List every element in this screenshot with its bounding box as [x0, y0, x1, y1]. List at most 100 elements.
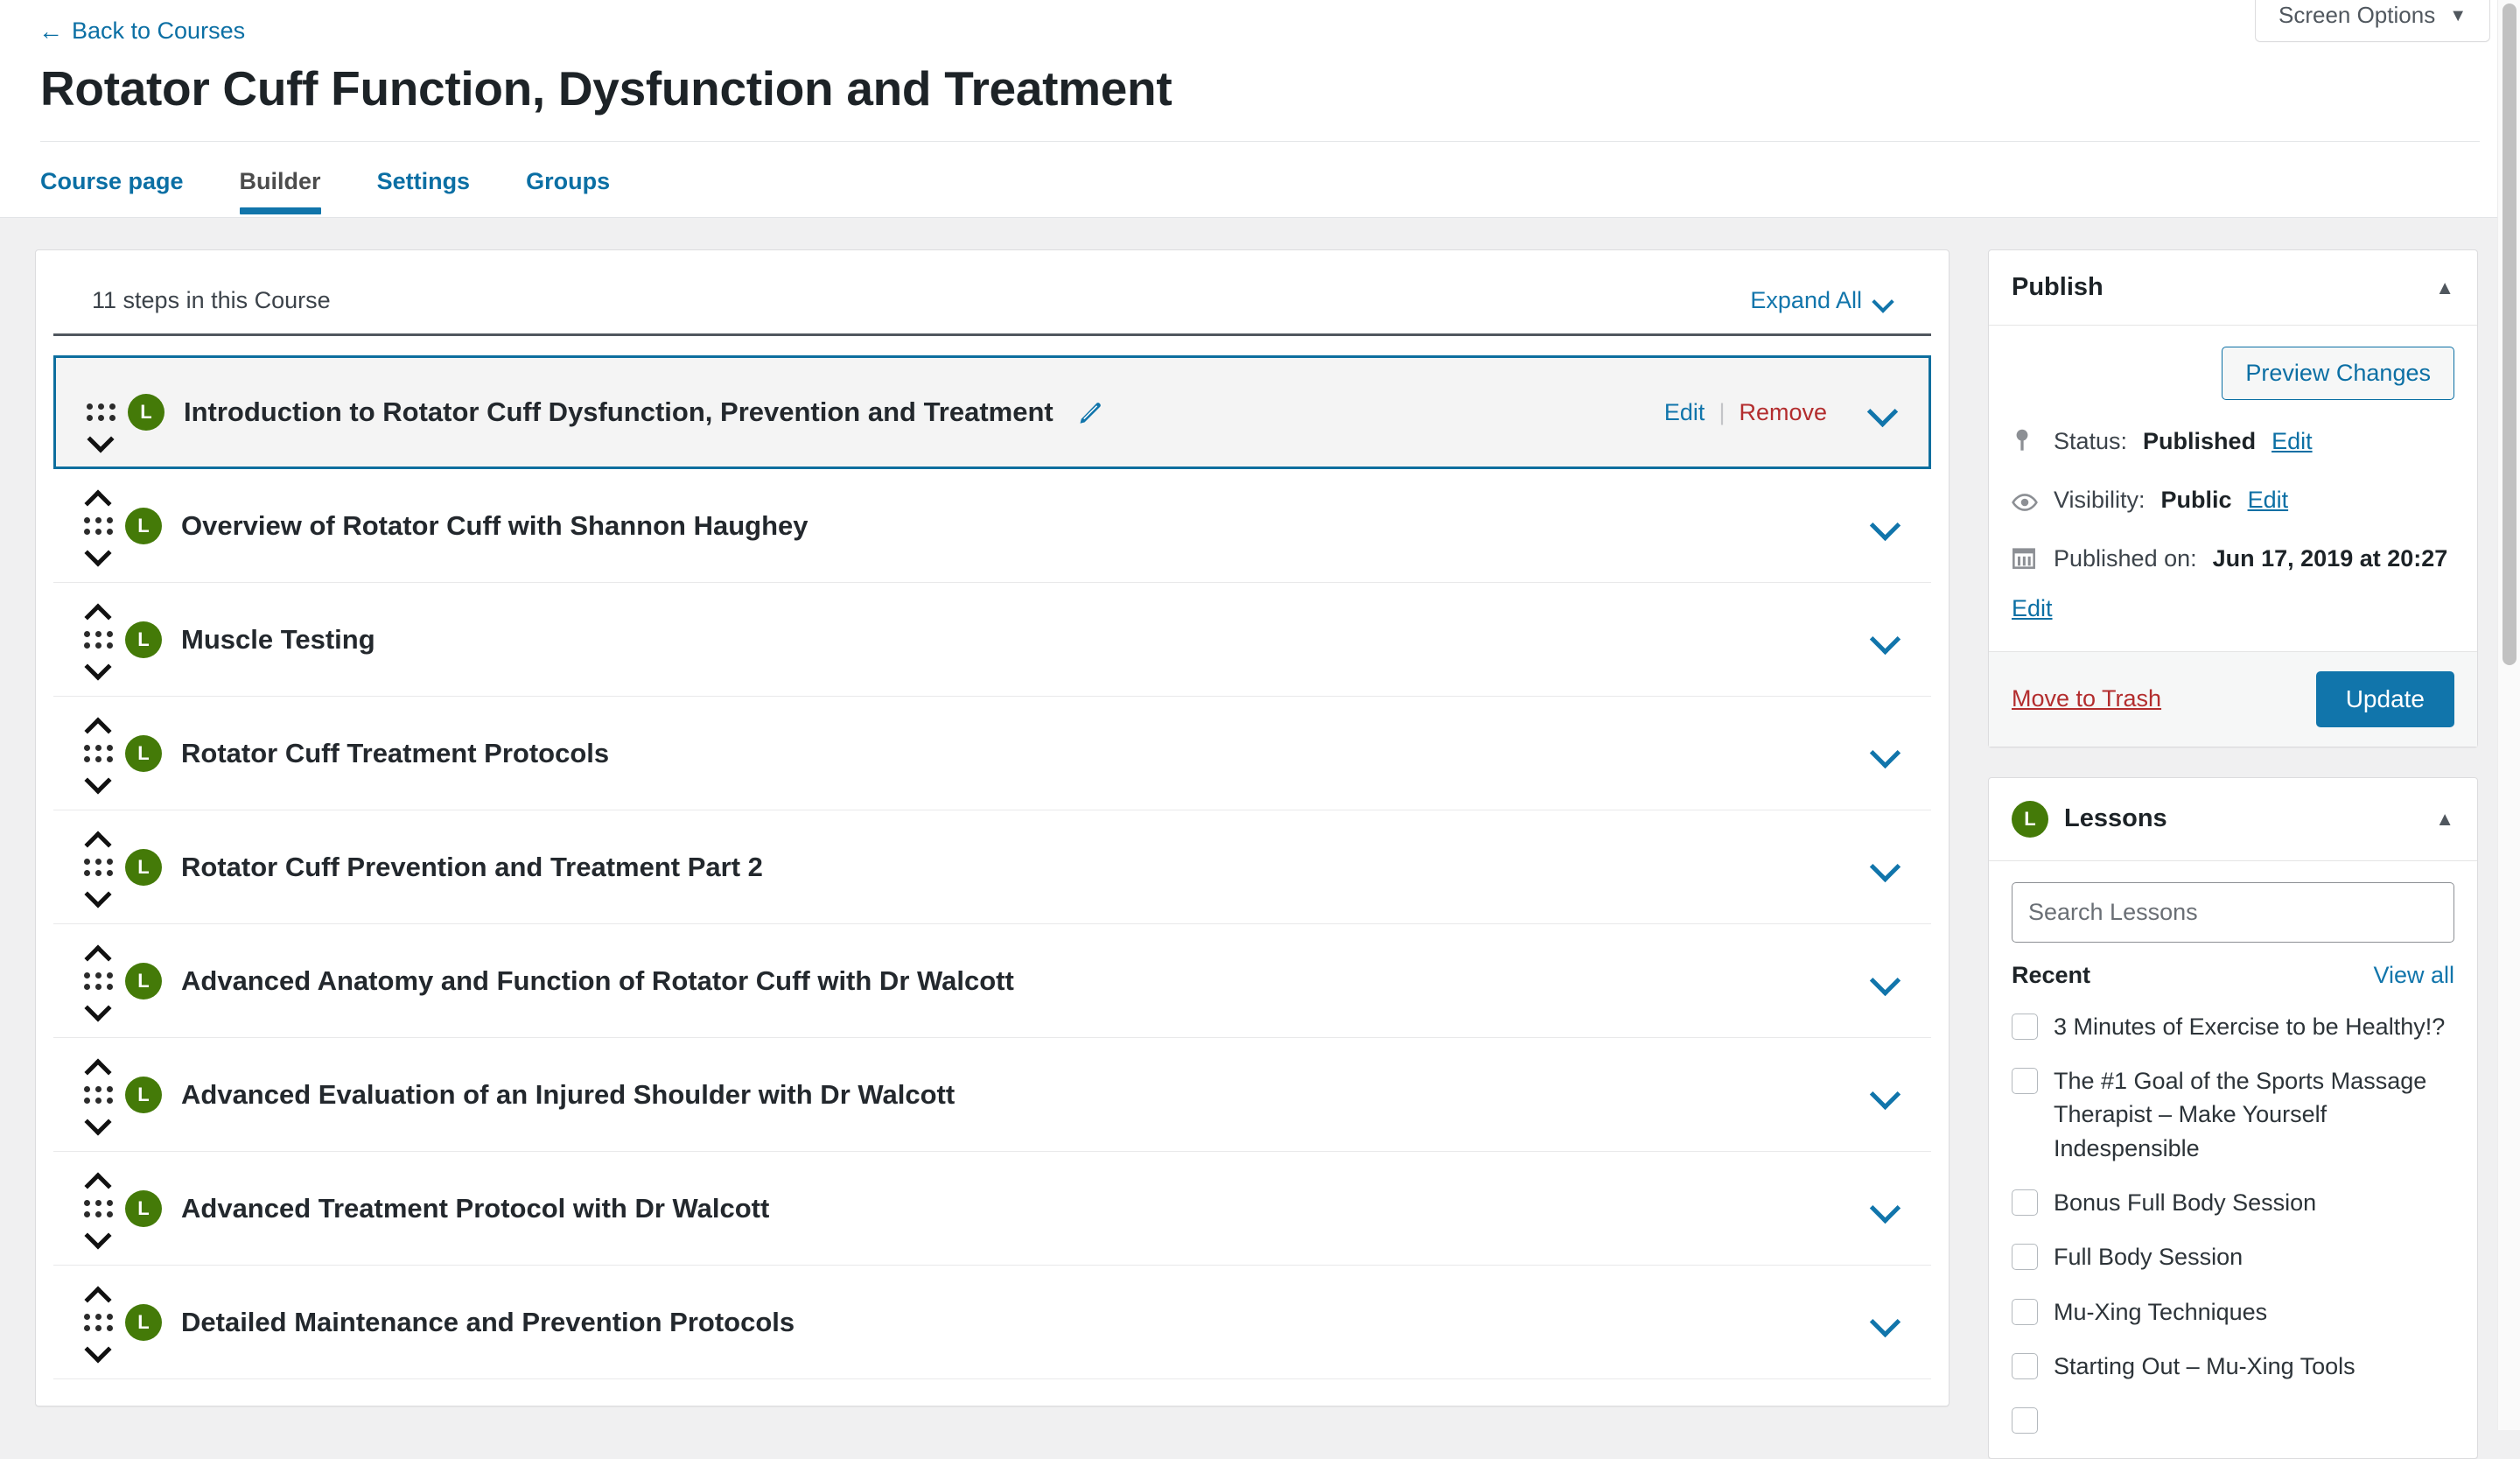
drag-handle-icon[interactable] — [83, 971, 113, 990]
course-steps-list: L Introduction to Rotator Cuff Dysfunctio… — [36, 355, 1949, 1406]
step-row[interactable]: L Rotator Cuff Prevention and Treatment P… — [53, 810, 1931, 924]
move-down-icon[interactable] — [83, 887, 113, 904]
move-up-icon[interactable] — [83, 1286, 113, 1303]
pencil-icon[interactable] — [1078, 399, 1104, 425]
step-expand-icon[interactable] — [1859, 697, 1910, 810]
step-row[interactable]: L Introduction to Rotator Cuff Dysfunctio… — [53, 355, 1931, 469]
lesson-checkbox[interactable] — [2012, 1298, 2038, 1325]
drag-handle-icon[interactable] — [83, 744, 113, 762]
expand-all-label: Expand All — [1750, 287, 1862, 313]
step-expand-icon[interactable] — [1859, 469, 1910, 582]
drag-handle-icon[interactable] — [86, 403, 116, 421]
step-remove-link[interactable]: Remove — [1739, 399, 1827, 426]
lesson-list-item[interactable] — [2012, 1404, 2454, 1434]
scrollbar-thumb[interactable] — [2502, 4, 2516, 665]
drag-handle-icon[interactable] — [83, 1313, 113, 1331]
move-up-icon[interactable] — [83, 1172, 113, 1189]
page-body: 11 steps in this Course Expand All L Intr… — [0, 218, 2520, 1459]
move-down-icon[interactable] — [83, 659, 113, 677]
move-to-trash-link[interactable]: Move to Trash — [2012, 685, 2161, 712]
back-to-courses-label: Back to Courses — [72, 18, 246, 44]
move-down-icon[interactable] — [83, 1342, 113, 1359]
lesson-list-item[interactable]: Mu-Xing Techniques — [2012, 1295, 2454, 1329]
step-expand-icon[interactable] — [1859, 1152, 1910, 1265]
lesson-checkbox[interactable] — [2012, 1067, 2038, 1094]
move-down-icon[interactable] — [83, 1114, 113, 1132]
back-to-courses-link[interactable]: ← Back to Courses — [0, 0, 245, 45]
visibility-row: Visibility: Public Edit — [2012, 483, 2454, 517]
step-main: L Advanced Treatment Protocol with Dr Wal… — [125, 1152, 1835, 1265]
step-row[interactable]: L Advanced Evaluation of an Injured Shoul… — [53, 1038, 1931, 1152]
move-down-icon[interactable] — [86, 431, 116, 449]
step-reorder-controls — [71, 1038, 125, 1151]
step-expand-icon[interactable] — [1859, 1038, 1910, 1151]
move-down-icon[interactable] — [83, 545, 113, 563]
step-row[interactable]: L Advanced Treatment Protocol with Dr Wal… — [53, 1152, 1931, 1266]
step-row[interactable]: L Advanced Anatomy and Function of Rotato… — [53, 924, 1931, 1038]
visibility-value: Public — [2160, 487, 2232, 514]
step-row[interactable]: L Overview of Rotator Cuff with Shannon H… — [53, 469, 1931, 583]
move-up-icon[interactable] — [83, 603, 113, 621]
lesson-list-item[interactable]: The #1 Goal of the Sports Massage Therap… — [2012, 1064, 2454, 1165]
builder-header: 11 steps in this Course Expand All — [53, 250, 1931, 336]
status-edit-link[interactable]: Edit — [2272, 424, 2313, 459]
move-up-icon[interactable] — [83, 831, 113, 848]
tab-groups[interactable]: Groups — [526, 159, 638, 214]
move-up-icon[interactable] — [83, 717, 113, 734]
lesson-list-item[interactable]: 3 Minutes of Exercise to be Healthy!? — [2012, 1010, 2454, 1043]
search-lessons-input[interactable] — [2012, 881, 2454, 943]
step-row[interactable]: L Rotator Cuff Treatment Protocols — [53, 697, 1931, 810]
chevron-down-icon — [1872, 854, 1898, 880]
drag-handle-icon[interactable] — [83, 1085, 113, 1104]
move-down-icon[interactable] — [83, 1000, 113, 1018]
step-expand-icon[interactable] — [1859, 1266, 1910, 1378]
eye-icon — [2012, 487, 2038, 516]
lesson-list-item[interactable]: Bonus Full Body Session — [2012, 1186, 2454, 1219]
screen-options-button[interactable]: Screen Options ▼ — [2254, 0, 2490, 42]
collapse-toggle-icon[interactable]: ▲ — [2435, 809, 2454, 829]
tab-course-page[interactable]: Course page — [40, 159, 212, 214]
collapse-toggle-icon[interactable]: ▲ — [2435, 277, 2454, 298]
page-scrollbar[interactable] — [2497, 0, 2520, 1430]
lesson-checkbox[interactable] — [2012, 1189, 2038, 1216]
move-up-icon[interactable] — [83, 489, 113, 507]
drag-handle-icon[interactable] — [83, 1199, 113, 1217]
lesson-list-item[interactable]: Starting Out – Mu-Xing Tools — [2012, 1350, 2454, 1383]
publish-panel-body: Preview Changes Status: Published Edit V… — [1989, 326, 2477, 651]
lesson-checkbox[interactable] — [2012, 1352, 2038, 1379]
lesson-label: Mu-Xing Techniques — [2054, 1298, 2268, 1325]
drag-handle-icon[interactable] — [83, 630, 113, 649]
move-down-icon[interactable] — [83, 773, 113, 790]
preview-changes-button[interactable]: Preview Changes — [2222, 347, 2454, 400]
step-reorder-controls — [71, 1152, 125, 1265]
step-row[interactable]: L Muscle Testing — [53, 583, 1931, 697]
move-down-icon[interactable] — [83, 1228, 113, 1245]
move-up-icon[interactable] — [83, 1058, 113, 1076]
tab-builder[interactable]: Builder — [239, 159, 349, 214]
published-on-edit-link[interactable]: Edit — [2012, 592, 2053, 626]
drag-handle-icon[interactable] — [83, 858, 113, 876]
step-reorder-controls — [71, 810, 125, 923]
lesson-label: Full Body Session — [2054, 1244, 2244, 1271]
step-edit-link[interactable]: Edit — [1664, 399, 1705, 426]
update-button[interactable]: Update — [2315, 670, 2454, 727]
lesson-checkbox[interactable] — [2012, 1244, 2038, 1271]
lesson-list-item[interactable]: Full Body Session — [2012, 1240, 2454, 1273]
visibility-edit-link[interactable]: Edit — [2248, 483, 2289, 517]
step-reorder-controls — [71, 583, 125, 696]
step-row[interactable]: L Detailed Maintenance and Prevention Pro… — [53, 1266, 1931, 1379]
drag-handle-icon[interactable] — [83, 516, 113, 535]
tab-settings[interactable]: Settings — [377, 159, 499, 214]
step-expand-icon[interactable] — [1859, 583, 1910, 696]
move-up-icon[interactable] — [83, 944, 113, 962]
lesson-checkbox[interactable] — [2012, 1013, 2038, 1040]
lesson-badge-icon: L — [125, 621, 162, 658]
step-expand-icon[interactable] — [1857, 358, 1908, 466]
view-all-link[interactable]: View all — [2373, 962, 2454, 989]
step-expand-icon[interactable] — [1859, 810, 1910, 923]
publish-panel-footer: Move to Trash Update — [1989, 650, 2477, 747]
preview-row: Preview Changes — [2012, 347, 2454, 400]
step-expand-icon[interactable] — [1859, 924, 1910, 1037]
expand-all-button[interactable]: Expand All — [1750, 287, 1893, 314]
step-reorder-controls — [71, 697, 125, 810]
